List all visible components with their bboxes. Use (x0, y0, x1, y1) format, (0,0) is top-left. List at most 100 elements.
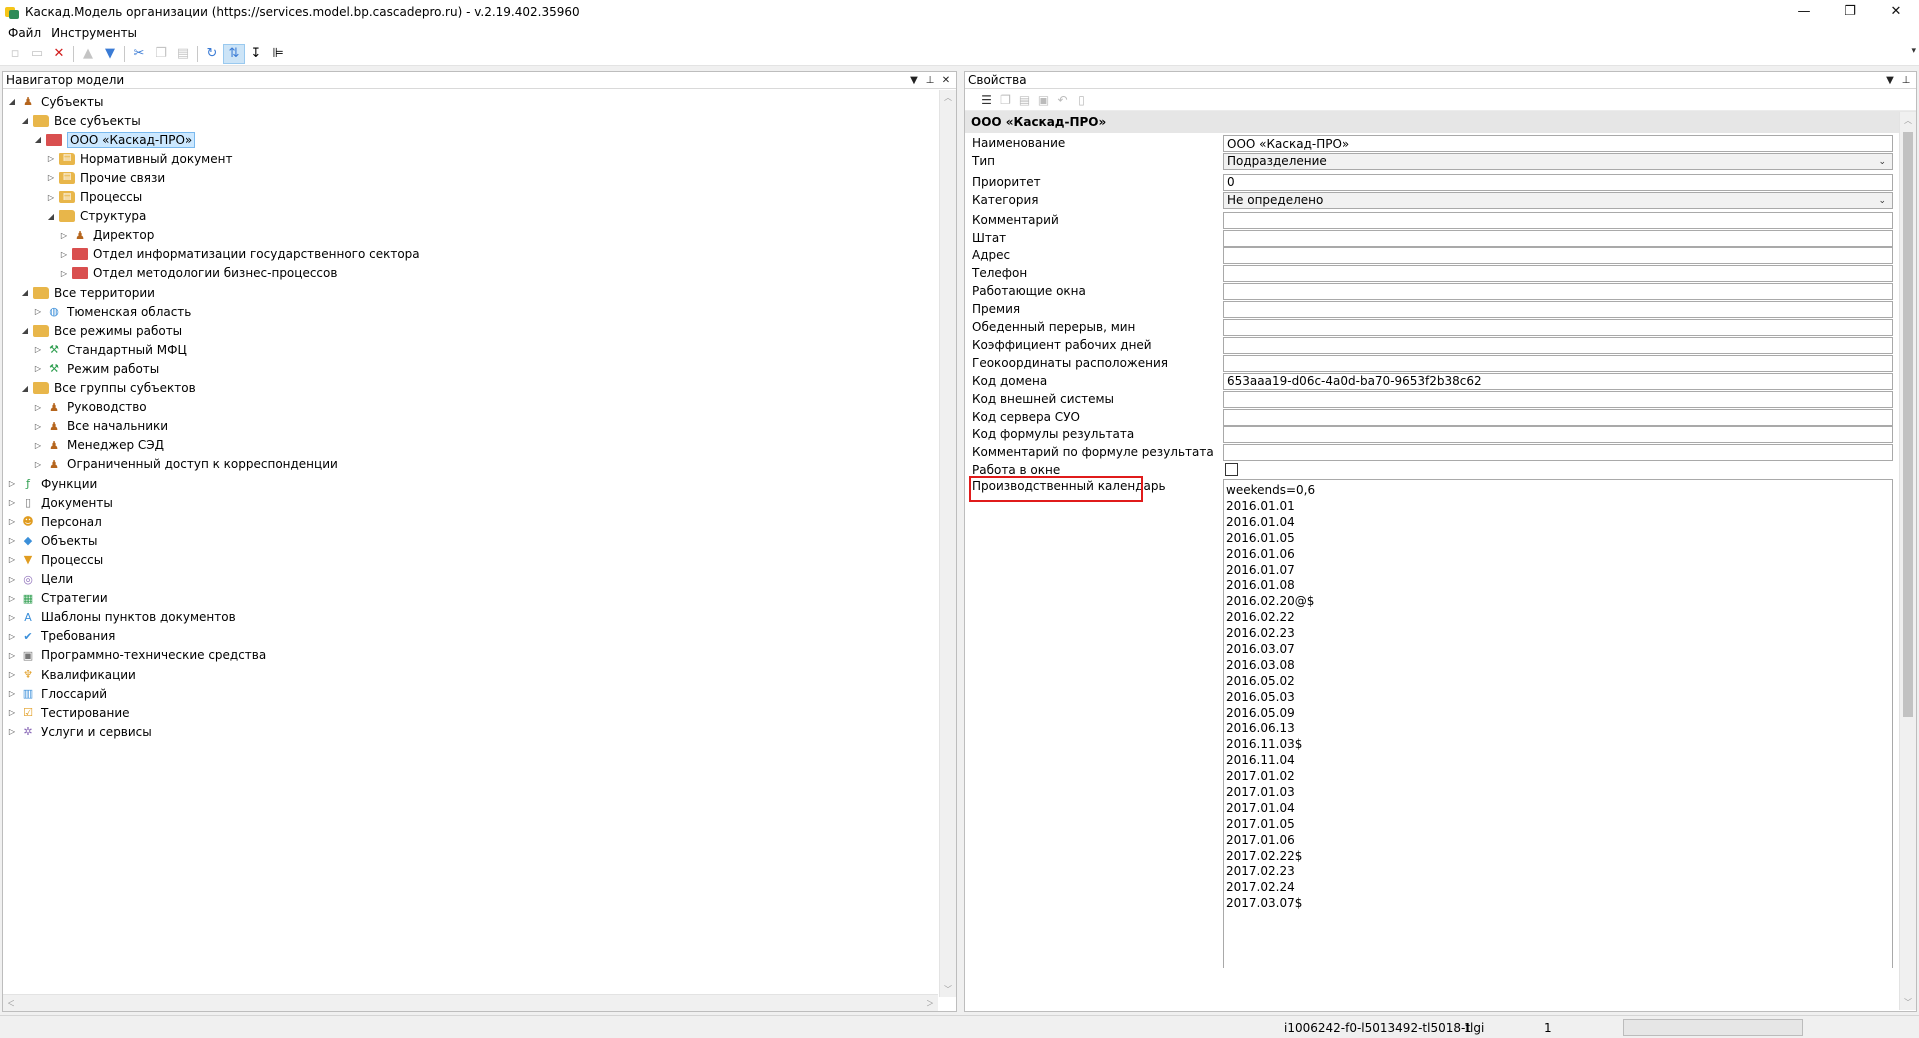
tree-node-label[interactable]: Тестирование (41, 706, 130, 720)
tree-node-label[interactable]: Персонал (41, 515, 102, 529)
minimize-button[interactable]: — (1781, 0, 1827, 23)
work-in-window-checkbox[interactable] (1225, 463, 1238, 477)
cut-icon[interactable]: ✂ (128, 44, 150, 64)
menu-tools[interactable]: Инструменты (46, 26, 142, 40)
tree-node[interactable]: ▷ ♟ Все начальники (33, 417, 168, 436)
tree-node[interactable]: ▷ ☻ Персонал (7, 512, 102, 531)
expand-arrow-icon[interactable]: ▷ (33, 403, 43, 412)
scrollbar-thumb[interactable] (1903, 132, 1913, 717)
expand-arrow-icon[interactable]: ▷ (33, 422, 43, 431)
tree-node-label[interactable]: Документы (41, 496, 113, 510)
properties-vertical-scrollbar[interactable]: ︿ ﹀ (1899, 112, 1916, 1010)
property-input[interactable] (1223, 354, 1893, 372)
close-icon[interactable]: ✕ (938, 75, 954, 86)
new-icon[interactable]: ▫ (4, 44, 26, 64)
tree-node[interactable]: ▷ ⚒ Стандартный МФЦ (33, 340, 187, 359)
tree-node-label[interactable]: ООО «Каскад-ПРО» (67, 131, 196, 148)
expand-arrow-icon[interactable]: ▷ (7, 689, 17, 698)
expand-arrow-icon[interactable]: ▷ (7, 613, 17, 622)
property-input[interactable] (1223, 319, 1893, 336)
tree-node-label[interactable]: Субъекты (41, 95, 103, 109)
property-input[interactable] (1223, 408, 1893, 426)
collapse-arrow-icon[interactable]: ◢ (20, 116, 30, 125)
tree-node[interactable]: ▷ ◎ Цели (7, 570, 73, 589)
property-input[interactable] (1223, 444, 1893, 462)
chevron-down-icon[interactable]: ⌄ (1878, 193, 1886, 210)
property-select[interactable]: Не определено ⌄ (1223, 191, 1893, 210)
expand-arrow-icon[interactable]: ▷ (33, 460, 43, 469)
property-input[interactable]: 0 (1223, 173, 1893, 191)
tree-node-label[interactable]: Все группы субъектов (54, 381, 196, 395)
expand-arrow-icon[interactable]: ▷ (7, 575, 17, 584)
tree-node-label[interactable]: Функции (41, 477, 97, 491)
tree-node-label[interactable]: Стандартный МФЦ (67, 343, 187, 357)
tree-node[interactable]: ◢ ♟ Субъекты (7, 92, 104, 111)
tree-node-label[interactable]: Отдел методологии бизнес-процессов (93, 266, 337, 280)
tree-node[interactable]: ▷ ◍ Тюменская область (33, 302, 191, 321)
tree-node-label[interactable]: Процессы (41, 553, 103, 567)
expand-arrow-icon[interactable]: ▷ (59, 231, 69, 240)
expand-arrow-icon[interactable]: ▷ (7, 594, 17, 603)
expand-arrow-icon[interactable]: ▷ (7, 632, 17, 641)
navigator-vertical-scrollbar[interactable]: ︿ ﹀ (939, 90, 956, 997)
expand-arrow-icon[interactable]: ▷ (33, 441, 43, 450)
expand-arrow-icon[interactable]: ▷ (59, 269, 69, 278)
expand-arrow-icon[interactable]: ▷ (59, 250, 69, 259)
close-button[interactable]: ✕ (1873, 0, 1919, 23)
tree-node-label[interactable]: Программно-технические средства (41, 648, 266, 662)
tree-node[interactable]: ◢ Все режимы работы (20, 321, 182, 340)
tree-node-label[interactable]: Директор (93, 228, 154, 242)
save-icon[interactable]: ▣ (1034, 91, 1053, 109)
tree-node[interactable]: ▷ ♟ Ограниченный доступ к корреспонденции (33, 455, 338, 474)
collapse-arrow-icon[interactable]: ◢ (20, 326, 30, 335)
tree-node[interactable]: ◢ ООО «Каскад-ПРО» (33, 130, 196, 149)
tree-node-label[interactable]: Структура (80, 209, 146, 223)
production-calendar-textarea[interactable]: weekends=0,6 2016.01.01 2016.01.04 2016.01.… (1223, 479, 1893, 968)
tree-node-label[interactable]: Все территории (54, 286, 155, 300)
expand-arrow-icon[interactable]: ▷ (7, 651, 17, 660)
expand-arrow-icon[interactable]: ▷ (33, 345, 43, 354)
expand-arrow-icon[interactable]: ▷ (7, 517, 17, 526)
tree-node-label[interactable]: Объекты (41, 534, 97, 548)
pin-icon[interactable]: ⊥ (922, 75, 938, 86)
tree-node[interactable]: ▷ ƒ Функции (7, 474, 97, 493)
tree-node[interactable]: ▷ ✔ Требования (7, 627, 115, 646)
expand-arrow-icon[interactable]: ▷ (7, 727, 17, 736)
expand-arrow-icon[interactable]: ▷ (7, 536, 17, 545)
toolbar-overflow-icon[interactable]: ▾ (1911, 46, 1916, 56)
property-select[interactable]: Подразделение ⌄ (1223, 152, 1893, 171)
tree-node-label[interactable]: Стратегии (41, 591, 108, 605)
tree-node-label[interactable]: Ограниченный доступ к корреспонденции (67, 457, 338, 471)
tree-node-label[interactable]: Услуги и сервисы (41, 725, 152, 739)
chevron-down-icon[interactable]: ⌄ (1878, 154, 1886, 171)
tree-node[interactable]: ▷ ▯ Документы (7, 493, 113, 512)
categorized-view-icon[interactable]: ☰ (977, 91, 996, 109)
expand-arrow-icon[interactable]: ▷ (33, 364, 43, 373)
collapse-arrow-icon[interactable]: ◢ (7, 97, 17, 106)
tree-node[interactable]: ▷ ▥ Глоссарий (7, 684, 107, 703)
tree-node[interactable]: ▷ ◆ Объекты (7, 531, 98, 550)
property-input[interactable] (1223, 426, 1893, 444)
scroll-up-icon[interactable]: ︿ (944, 92, 952, 103)
collapse-arrow-icon[interactable]: ◢ (33, 135, 43, 144)
tree-node[interactable]: ▷ ☑ Тестирование (7, 703, 130, 722)
property-input[interactable] (1223, 247, 1893, 265)
expand-arrow-icon[interactable]: ▷ (7, 670, 17, 679)
tree-node-label[interactable]: Менеджер СЭД (67, 438, 164, 452)
tree-node-label[interactable]: Шаблоны пунктов документов (41, 610, 236, 624)
collapse-arrow-icon[interactable]: ◢ (20, 384, 30, 393)
expand-arrow-icon[interactable]: ▷ (7, 555, 17, 564)
collapse-arrow-icon[interactable]: ◢ (20, 288, 30, 297)
tree-node[interactable]: ▷ ▤ Процессы (46, 188, 142, 207)
paste-icon[interactable]: ▤ (172, 44, 194, 64)
properties-page-icon[interactable]: ▯ (1072, 91, 1091, 109)
tree-node-label[interactable]: Требования (41, 629, 115, 643)
menu-file[interactable]: Файл (3, 26, 46, 40)
expand-arrow-icon[interactable]: ▷ (7, 708, 17, 717)
tree-node-label[interactable]: Прочие связи (80, 171, 165, 185)
tree-node[interactable]: ▷ ♟ Директор (59, 226, 154, 245)
refresh-icon[interactable]: ↻ (201, 44, 223, 64)
scroll-down-icon[interactable]: ﹀ (1904, 997, 1912, 1008)
tree-node-label[interactable]: Нормативный документ (80, 152, 232, 166)
tree-node-label[interactable]: Руководство (67, 400, 147, 414)
